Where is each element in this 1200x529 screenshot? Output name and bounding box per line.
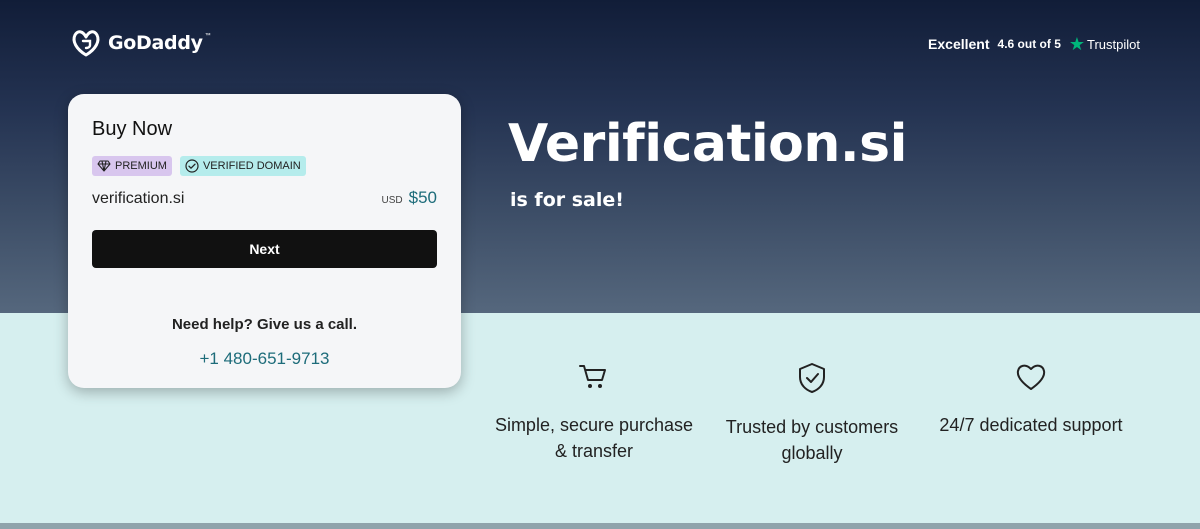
- domain-price-row: verification.si USD $50: [92, 188, 437, 208]
- verified-domain-badge: VERIFIED DOMAIN: [179, 156, 306, 176]
- trust-excellent-label: Excellent: [928, 36, 990, 52]
- domain-badges: PREMIUM VERIFIED DOMAIN: [92, 156, 306, 176]
- trustpilot-rating[interactable]: Excellent 4.6 out of 5 ★ Trustpilot: [928, 35, 1140, 53]
- phone-link[interactable]: +1 480-651-9713: [68, 349, 461, 369]
- premium-badge: PREMIUM: [92, 156, 172, 176]
- godaddy-logo-icon: [72, 30, 100, 57]
- godaddy-logo[interactable]: GoDaddy ™: [70, 29, 211, 57]
- heart-icon: [1016, 364, 1046, 390]
- feature-secure-purchase: Simple, secure purchase & transfer: [489, 362, 699, 464]
- domain-name: verification.si: [92, 190, 185, 207]
- shield-check-icon: [799, 363, 825, 393]
- logo-wordmark: GoDaddy: [108, 32, 203, 54]
- feature-text: Simple, secure purchase & transfer: [494, 415, 694, 461]
- next-button[interactable]: Next: [92, 230, 437, 268]
- footer-divider: [0, 523, 1200, 529]
- logo-trademark: ™: [204, 33, 211, 39]
- feature-text: Trusted by customers globally: [725, 417, 899, 463]
- check-circle-icon: [185, 159, 199, 173]
- buy-now-card: Buy Now PREMIUM VERIFIED DOMAIN verifica…: [68, 94, 461, 388]
- trustpilot-star-icon: ★: [1068, 34, 1086, 54]
- feature-trusted: Trusted by customers globally: [707, 362, 917, 466]
- price-amount: $50: [408, 188, 437, 207]
- trust-rating-text: 4.6 out of 5: [997, 37, 1061, 51]
- verified-badge-label: VERIFIED DOMAIN: [202, 160, 301, 172]
- feature-text: 24/7 dedicated support: [939, 415, 1123, 435]
- feature-support: 24/7 dedicated support: [926, 362, 1136, 438]
- price-currency: USD: [381, 195, 403, 206]
- price: USD $50: [382, 188, 438, 208]
- premium-badge-label: PREMIUM: [115, 160, 167, 172]
- cart-icon: [579, 365, 606, 388]
- domain-headline: Verification.si: [508, 114, 907, 174]
- trustpilot-brand: Trustpilot: [1087, 36, 1140, 52]
- diamond-icon: [97, 160, 111, 172]
- card-title: Buy Now: [92, 118, 173, 140]
- help-text: Need help? Give us a call.: [171, 316, 358, 333]
- for-sale-subhead: is for sale!: [510, 189, 624, 211]
